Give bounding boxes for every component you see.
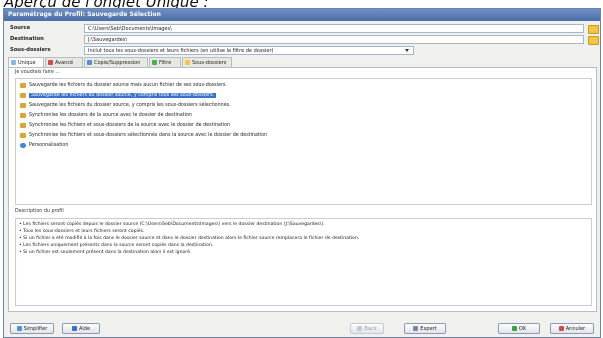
option-item[interactable]: Sauvegarde les fichiers du dossier sourc… bbox=[18, 81, 227, 90]
help-icon bbox=[71, 326, 77, 331]
subfolders-select[interactable]: Inclut tous les sous-dossiers et leurs f… bbox=[84, 46, 414, 55]
ok-button[interactable]: OK bbox=[498, 323, 540, 334]
description-line: • Si un fichier est seulement présent da… bbox=[19, 250, 192, 255]
copy-icon bbox=[87, 60, 92, 65]
personalize-icon bbox=[20, 143, 26, 148]
filter-icon bbox=[152, 60, 157, 65]
option-item-selected[interactable]: Sauvegarde les fichiers du dossier sourc… bbox=[18, 91, 217, 100]
profile-options-list: Sauvegarde les fichiers du dossier sourc… bbox=[15, 78, 592, 205]
expert-icon bbox=[413, 326, 419, 331]
source-label: Source bbox=[10, 25, 31, 31]
unique-tab-panel: Je voudrais faire ... Sauvegarde les fic… bbox=[8, 67, 597, 312]
destination-label: Destination bbox=[10, 36, 44, 42]
subfolders-label: Sous-dossiers bbox=[10, 47, 51, 53]
tab-subfolders[interactable]: Sous-dossiers bbox=[182, 57, 232, 67]
destination-browse-folder-icon[interactable] bbox=[588, 36, 599, 45]
prompt-label: Je voudrais faire ... bbox=[15, 70, 60, 75]
description-line: • Si un fichier a été modifié à la fois … bbox=[19, 236, 360, 241]
profile-option-icon bbox=[20, 93, 26, 98]
profile-settings-window: Paramétrage du Profil: Sauvegarde Sélect… bbox=[3, 8, 601, 338]
option-item[interactable]: Synchronise les dossiers de la source av… bbox=[18, 111, 192, 120]
help-button[interactable]: Aide bbox=[62, 323, 100, 334]
back-button[interactable]: Back bbox=[350, 323, 384, 334]
option-item[interactable]: Personnalisation bbox=[18, 141, 68, 150]
chevron-down-icon bbox=[405, 49, 409, 52]
source-field[interactable]: C:\Users\Seb\Documents\Images\ bbox=[84, 24, 584, 33]
description-box: • Les fichiers seront copiés depuis le d… bbox=[15, 218, 592, 306]
expert-button[interactable]: Expert bbox=[404, 323, 446, 334]
folder-icon bbox=[185, 60, 190, 65]
profile-option-icon bbox=[20, 83, 26, 88]
simplify-button[interactable]: Simplifier bbox=[10, 323, 54, 334]
description-line: • Les fichiers uniquement présents dans … bbox=[19, 243, 214, 248]
profile-option-icon bbox=[20, 123, 26, 128]
option-item[interactable]: Synchronise les fichiers et sous-dossier… bbox=[18, 121, 230, 130]
profile-option-icon bbox=[20, 133, 26, 138]
advanced-icon bbox=[48, 60, 53, 65]
description-line: • Les fichiers seront copiés depuis le d… bbox=[19, 222, 325, 227]
tab-copy-delete[interactable]: Copie/Suppression bbox=[84, 57, 148, 67]
tab-advanced[interactable]: Avancé bbox=[45, 57, 83, 67]
window-title: Paramétrage du Profil: Sauvegarde Sélect… bbox=[4, 9, 600, 21]
tab-filter[interactable]: Filtre bbox=[149, 57, 181, 67]
checkmark-icon bbox=[511, 326, 517, 331]
description-heading: Description du profil bbox=[15, 209, 64, 214]
cancel-button[interactable]: Annuler bbox=[550, 323, 594, 334]
description-line: • Tous les sous-dossiers et leurs fichie… bbox=[19, 229, 145, 234]
close-icon bbox=[558, 326, 564, 331]
profile-option-icon bbox=[20, 113, 26, 118]
single-icon bbox=[11, 60, 16, 65]
source-browse-folder-icon[interactable] bbox=[588, 25, 599, 34]
option-item[interactable]: Synchronise les fichiers et sous-dossier… bbox=[18, 131, 267, 140]
option-item[interactable]: Sauvegarde les fichiers du dossier sourc… bbox=[18, 101, 231, 110]
destination-field[interactable]: J:\Sauvegardes\ bbox=[84, 35, 584, 44]
profile-option-icon bbox=[20, 103, 26, 108]
simplify-icon bbox=[16, 326, 22, 331]
back-icon bbox=[357, 326, 363, 331]
subfolders-select-value: Inclut tous les sous-dossiers et leurs f… bbox=[88, 48, 274, 54]
